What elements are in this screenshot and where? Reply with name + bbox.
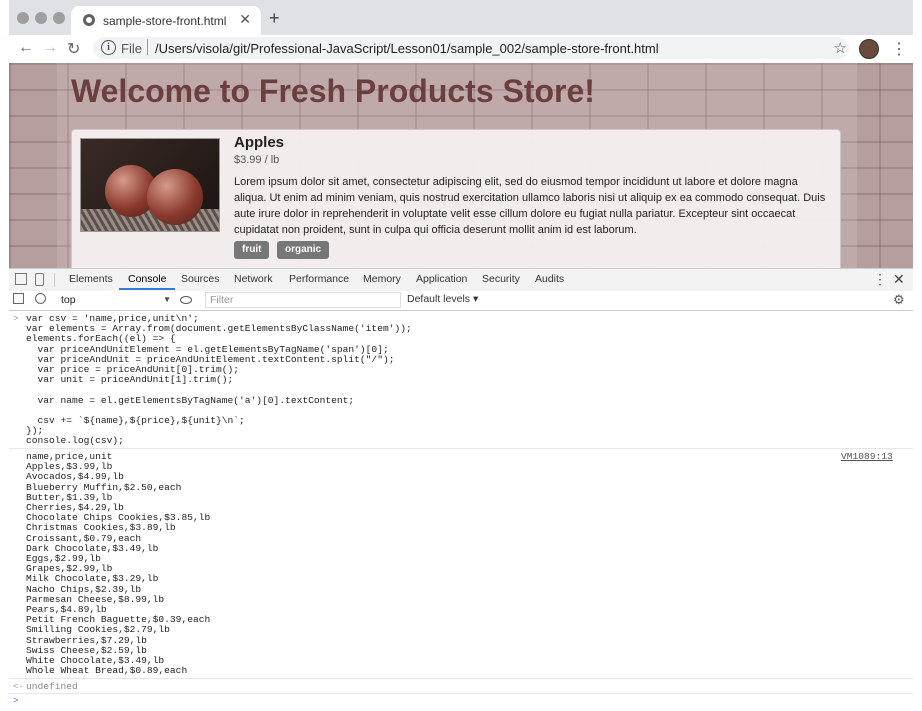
maximize-window-button[interactable] xyxy=(53,12,65,24)
url-text[interactable]: /Users/visola/git/Professional-JavaScrip… xyxy=(155,41,659,56)
product-name[interactable]: Apples xyxy=(234,134,284,151)
tag-fruit[interactable]: fruit xyxy=(234,241,270,259)
address-toolbar: ← → ↻ i File /Users/visola/git/Professio… xyxy=(9,35,913,64)
console-output: name,price,unit Apples,$3.99,lb Avocados… xyxy=(26,451,211,677)
forward-icon[interactable]: → xyxy=(42,39,58,57)
tab-security[interactable]: Security xyxy=(482,273,520,285)
close-tab-icon[interactable]: ✕ xyxy=(239,11,251,28)
devtools-divider xyxy=(54,273,55,287)
tab-network[interactable]: Network xyxy=(234,273,273,285)
profile-avatar[interactable] xyxy=(859,39,879,59)
globe-icon xyxy=(83,14,95,26)
console-input-code: var csv = 'name,price,unit\n'; var eleme… xyxy=(26,313,412,447)
log-levels-dropdown[interactable]: Default levels ▾ xyxy=(407,293,478,305)
console-separator xyxy=(9,678,913,679)
tab-memory[interactable]: Memory xyxy=(363,273,401,285)
return-value: undefined xyxy=(26,681,78,692)
web-page: Welcome to Fresh Products Store! Apples … xyxy=(9,63,913,268)
tab-sources[interactable]: Sources xyxy=(181,273,220,285)
browser-menu-icon[interactable]: ⋮ xyxy=(891,39,907,59)
return-prompt-icon: <· xyxy=(13,682,24,692)
minimize-window-button[interactable] xyxy=(35,12,47,24)
browser-window: sample-store-front.html ✕ + ← → ↻ i File… xyxy=(9,0,913,711)
console-toolbar: top ▼ Filter Default levels ▾ ⚙ xyxy=(9,291,913,311)
address-bar[interactable]: i File /Users/visola/git/Professional-Ja… xyxy=(93,37,849,59)
address-separator xyxy=(147,39,148,55)
reload-icon[interactable]: ↻ xyxy=(67,39,80,59)
tab-console[interactable]: Console xyxy=(128,273,167,285)
product-price: $3.99 / lb xyxy=(234,154,280,166)
devtools-more-icon[interactable]: ⋮ xyxy=(873,271,887,288)
console-separator xyxy=(9,448,913,449)
clear-console-icon[interactable] xyxy=(35,293,46,304)
back-icon[interactable]: ← xyxy=(18,39,34,57)
file-label: File xyxy=(121,41,142,56)
tab-title: sample-store-front.html xyxy=(103,14,227,28)
input-prompt-icon: > xyxy=(13,314,19,324)
devtools-close-icon[interactable]: ✕ xyxy=(893,271,905,288)
tag-organic[interactable]: organic xyxy=(277,241,330,259)
console-panel: > var csv = 'name,price,unit\n'; var ele… xyxy=(9,311,913,711)
context-selector[interactable]: top ▼ xyxy=(61,292,173,308)
close-window-button[interactable] xyxy=(17,12,29,24)
product-card: Apples $3.99 / lb Lorem ipsum dolor sit … xyxy=(71,129,841,268)
context-value: top xyxy=(61,294,76,306)
inspect-element-icon[interactable] xyxy=(15,273,27,285)
tab-performance[interactable]: Performance xyxy=(289,273,349,285)
console-prompt-icon[interactable]: > xyxy=(13,696,18,706)
sidebar-toggle-icon[interactable] xyxy=(13,293,24,304)
tab-audits[interactable]: Audits xyxy=(535,273,564,285)
apple-shape xyxy=(147,169,203,225)
console-separator xyxy=(9,693,913,694)
tab-strip: sample-store-front.html ✕ + xyxy=(9,0,913,35)
product-description: Lorem ipsum dolor sit amet, consectetur … xyxy=(234,176,826,236)
info-icon[interactable]: i xyxy=(101,40,116,55)
new-tab-button[interactable]: + xyxy=(269,8,280,29)
device-toolbar-icon[interactable] xyxy=(35,273,44,286)
bookmark-star-icon[interactable]: ☆ xyxy=(834,39,847,57)
page-heading: Welcome to Fresh Products Store! xyxy=(71,73,595,109)
tab-application[interactable]: Application xyxy=(416,273,467,285)
filter-input[interactable]: Filter xyxy=(205,292,401,308)
source-link[interactable]: VM1089:13 xyxy=(841,451,893,462)
tab-elements[interactable]: Elements xyxy=(69,273,113,285)
product-image xyxy=(80,138,220,232)
eye-icon[interactable] xyxy=(180,296,192,304)
active-tab-indicator xyxy=(119,288,175,290)
settings-gear-icon[interactable]: ⚙ xyxy=(893,292,905,308)
browser-tab[interactable]: sample-store-front.html ✕ xyxy=(71,6,261,35)
devtools-tab-bar: Elements Console Sources Network Perform… xyxy=(9,268,913,292)
chevron-down-icon: ▼ xyxy=(163,295,171,304)
